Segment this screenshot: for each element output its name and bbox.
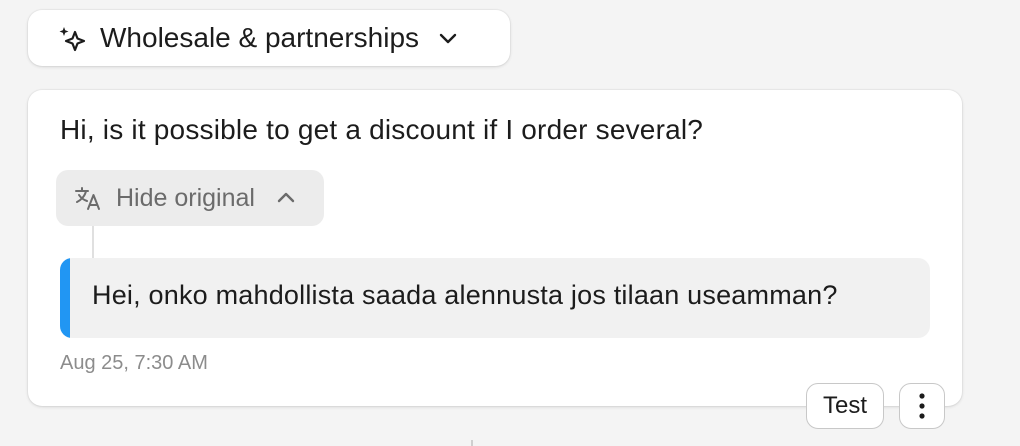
original-message-block: Hei, onko mahdollista saada alennusta jo… <box>60 258 930 338</box>
chevron-up-icon <box>277 192 295 203</box>
topic-label: Wholesale & partnerships <box>100 22 420 53</box>
message-timestamp: Aug 25, 7:30 AM <box>60 352 208 374</box>
hide-original-label: Hide original <box>116 183 255 212</box>
chevron-down-icon <box>439 33 457 44</box>
more-vertical-icon <box>919 393 925 419</box>
message-card: Hi, is it possible to get a discount if … <box>28 90 962 406</box>
more-options-button[interactable] <box>899 383 945 429</box>
thread-connector <box>92 226 94 258</box>
scroll-indicator <box>471 440 473 446</box>
original-accent-bar <box>60 258 70 338</box>
translate-icon <box>75 187 100 210</box>
original-message-text: Hei, onko mahdollista saada alennusta jo… <box>92 280 838 310</box>
test-button[interactable]: Test <box>806 383 884 429</box>
topic-selector[interactable]: Wholesale & partnerships <box>28 10 510 66</box>
sparkle-icon <box>59 27 86 52</box>
hide-original-button[interactable]: Hide original <box>56 170 324 226</box>
translated-message-text: Hi, is it possible to get a discount if … <box>60 114 704 145</box>
